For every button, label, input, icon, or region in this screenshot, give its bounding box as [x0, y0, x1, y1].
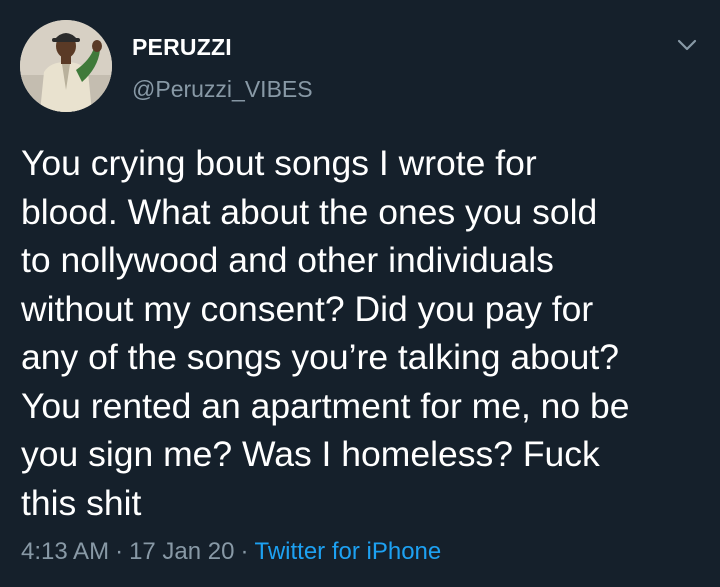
tweet-time[interactable]: 4:13 AM	[21, 538, 109, 565]
tweet-meta: 4:13 AM · 17 Jan 20 · Twitter for iPhone	[21, 538, 441, 566]
user-handle[interactable]: @Peruzzi_VIBES	[132, 76, 313, 103]
tweet-text-line: You rented an apartment for me, no be	[21, 385, 630, 426]
tweet-text-line: blood. What about the ones you sold	[21, 191, 598, 232]
meta-separator: ·	[240, 538, 249, 565]
tweet-text-line: this shit	[21, 482, 142, 523]
tweet-text-line: any of the songs you’re talking about?	[21, 337, 619, 377]
tweet-text-line: without my consent? Did you pay for	[21, 288, 594, 329]
chevron-down-icon[interactable]	[672, 30, 702, 60]
tweet-text-line: to nollywood and other individuals	[21, 240, 554, 280]
tweet-source-link[interactable]: Twitter for iPhone	[254, 538, 441, 565]
display-name[interactable]: PERUZZI	[132, 34, 232, 61]
meta-separator: ·	[115, 538, 124, 565]
tweet-card: PERUZZI @Peruzzi_VIBES You crying bout s…	[0, 0, 720, 587]
tweet-text-line: You crying bout songs I wrote for	[21, 143, 537, 183]
avatar-image	[20, 20, 112, 112]
tweet-text: You crying bout songs I wrote for blood.…	[21, 139, 701, 527]
tweet-date[interactable]: 17 Jan 20	[129, 538, 234, 565]
tweet-text-line: you sign me? Was I homeless? Fuck	[21, 434, 600, 474]
avatar[interactable]	[20, 20, 112, 112]
